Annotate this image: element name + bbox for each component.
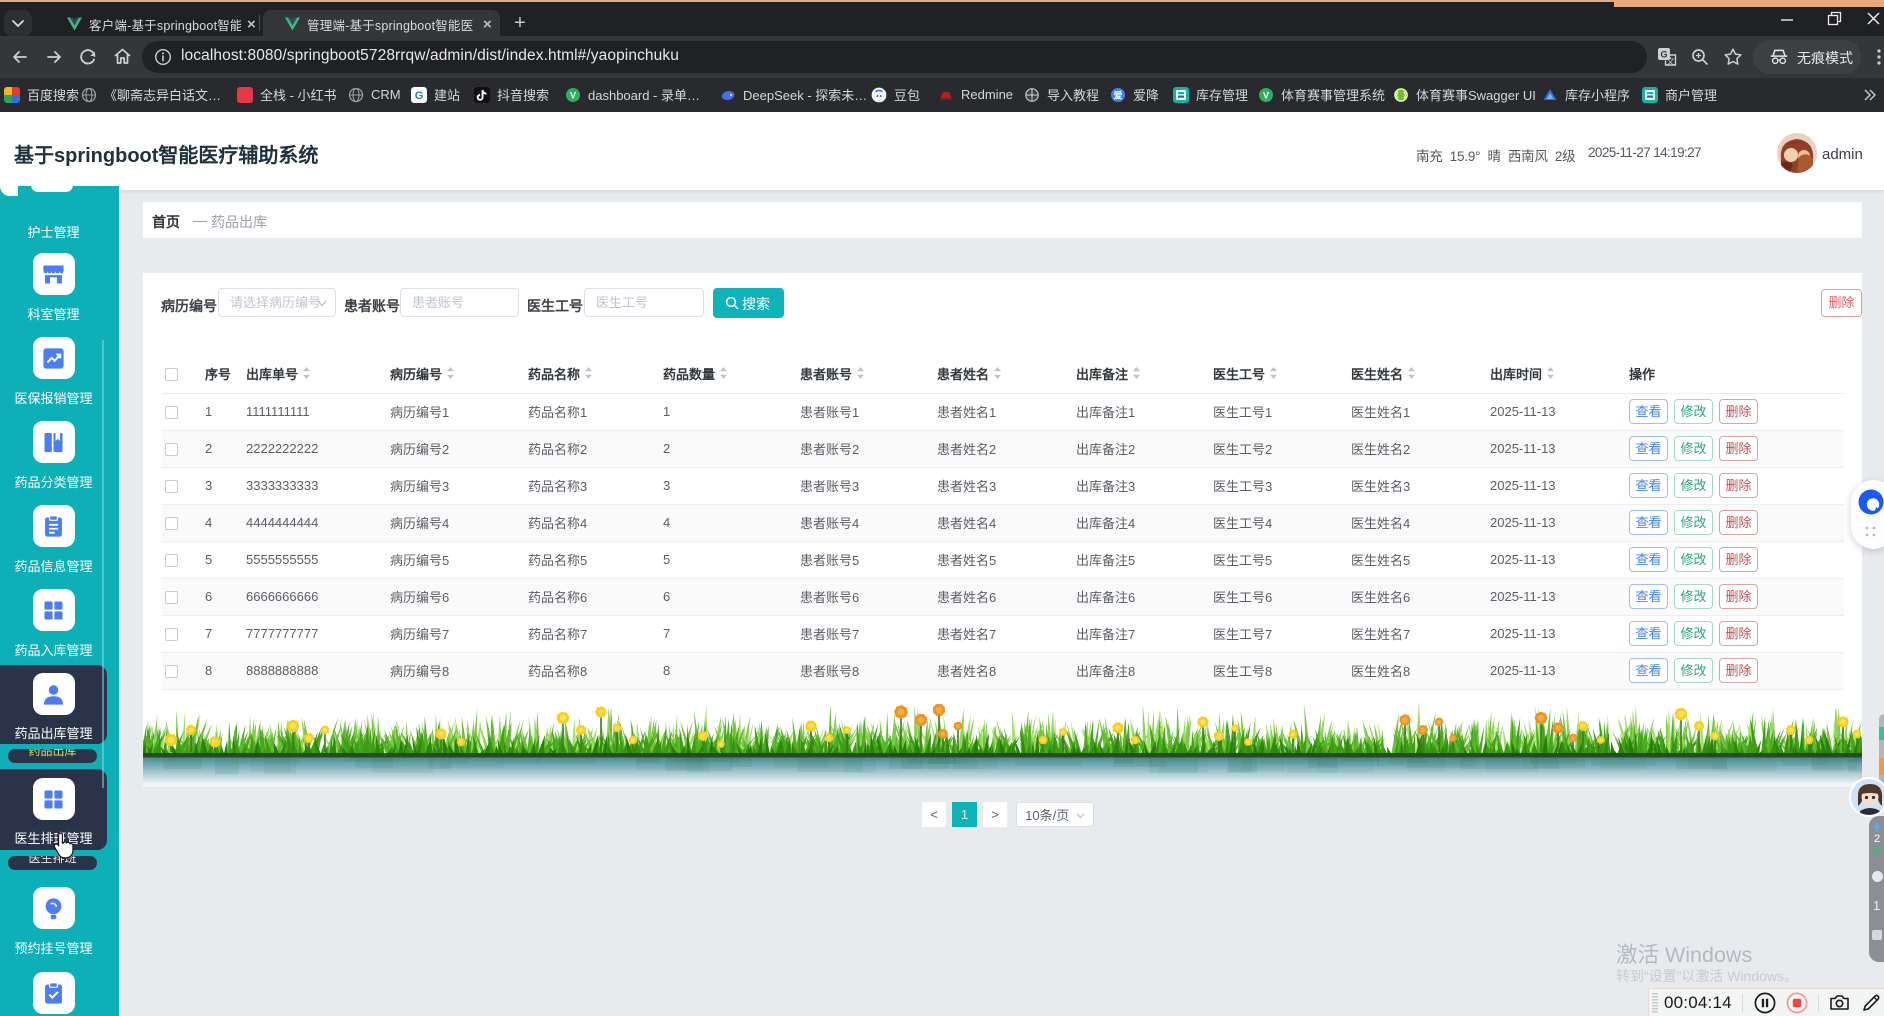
svg-text:爱: 爱: [1113, 89, 1122, 100]
svg-text:V: V: [570, 90, 576, 100]
svg-text:文: 文: [1667, 56, 1675, 66]
svg-text:V: V: [1263, 90, 1269, 100]
svg-text:G: G: [415, 90, 424, 102]
